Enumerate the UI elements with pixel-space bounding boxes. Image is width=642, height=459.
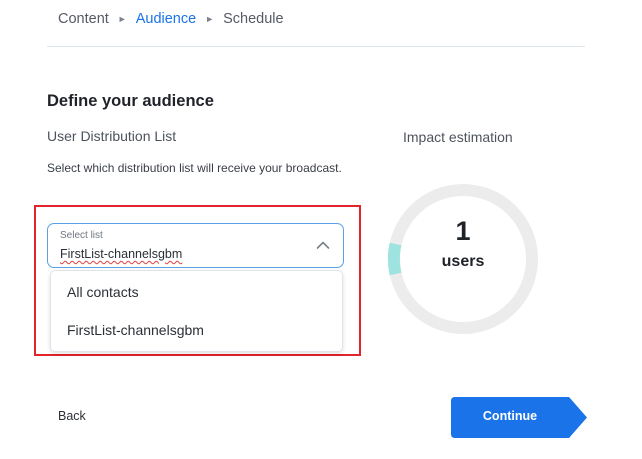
distribution-list-description: Select which distribution list will rece… <box>47 161 342 175</box>
dropdown-option-all-contacts[interactable]: All contacts <box>67 284 139 300</box>
continue-button-label: Continue <box>482 409 538 423</box>
select-floating-label: Select list <box>60 230 103 241</box>
breadcrumb-item-content[interactable]: Content <box>58 11 109 27</box>
breadcrumb-item-schedule[interactable]: Schedule <box>223 11 283 27</box>
breadcrumb-separator-icon: ► <box>205 14 215 24</box>
continue-button[interactable]: Continue <box>451 397 587 438</box>
dropdown-option-firstlist[interactable]: FirstList-channelsgbm <box>67 322 204 338</box>
breadcrumb: Content ► Audience ► Schedule <box>58 11 284 27</box>
breadcrumb-item-audience[interactable]: Audience <box>136 11 196 27</box>
chevron-up-icon[interactable] <box>316 240 330 250</box>
distribution-list-select[interactable]: Select list FirstList-channelsgbm <box>47 223 344 268</box>
header-divider <box>47 46 585 47</box>
page-title: Define your audience <box>47 92 214 110</box>
select-current-value: FirstList-channelsgbm <box>60 247 183 261</box>
breadcrumb-separator-icon: ► <box>117 14 127 24</box>
impact-estimation-label: Impact estimation <box>403 129 513 145</box>
impact-count: 1 <box>455 216 471 246</box>
distribution-list-label: User Distribution List <box>47 128 177 144</box>
impact-unit: users <box>441 253 485 270</box>
back-button[interactable]: Back <box>58 409 86 423</box>
distribution-list-dropdown: All contacts FirstList-channelsgbm <box>50 270 343 352</box>
